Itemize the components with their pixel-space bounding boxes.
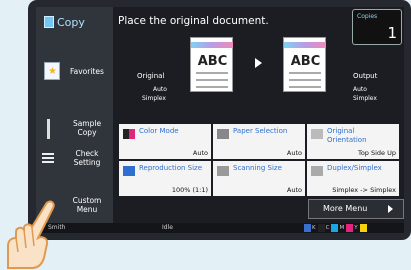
- output-doc-text: ABC: [290, 54, 321, 69]
- output-document-preview: ABC: [283, 37, 326, 92]
- setting-value: Auto: [286, 186, 302, 194]
- toner-bar: [359, 224, 367, 232]
- color-mode-icon: [123, 129, 135, 139]
- more-menu-button[interactable]: More Menu: [308, 199, 404, 219]
- instruction-message: Place the original document.: [118, 15, 269, 27]
- list-icon: [42, 153, 54, 163]
- color-band: [284, 42, 326, 48]
- toner-label: C: [325, 225, 330, 231]
- duplex-icon: [311, 166, 323, 176]
- toner-bar: [331, 224, 339, 232]
- pointing-hand-icon: [7, 200, 55, 269]
- paper-selection-button[interactable]: Paper Selection Auto: [212, 123, 306, 160]
- scanning-size-icon: [217, 166, 229, 176]
- setting-value: Simplex -> Simplex: [332, 186, 396, 194]
- toner-bar: [317, 224, 325, 232]
- color-band: [191, 42, 233, 48]
- setting-title: Duplex/Simplex: [327, 164, 382, 172]
- output-line1: Auto: [353, 86, 367, 93]
- text-lines: [289, 72, 321, 88]
- status-bar: Smith Idle K C M Y: [36, 223, 404, 233]
- copies-value: 1: [387, 24, 397, 42]
- toner-levels: K C M Y: [302, 224, 367, 232]
- touch-screen: Copy Favorites Sample Copy Check Setting…: [36, 7, 404, 233]
- app-title-label: Copy: [57, 15, 85, 29]
- text-lines: [196, 72, 228, 88]
- printer-icon: [304, 224, 311, 232]
- original-title: Original: [137, 72, 165, 80]
- check-setting-label: Check Setting: [73, 149, 101, 167]
- reproduction-size-icon: [123, 166, 135, 176]
- settings-grid: Color Mode Auto Paper Selection Auto Ori…: [118, 123, 401, 197]
- setting-value: Auto: [192, 149, 208, 157]
- original-doc-text: ABC: [197, 54, 228, 69]
- toner-label: M: [339, 225, 345, 231]
- copies-counter[interactable]: Copies 1: [352, 9, 402, 45]
- original-line2: Simplex: [142, 95, 166, 102]
- original-orientation-button[interactable]: Original Orientation Top Side Up: [306, 123, 400, 160]
- setting-value: Auto: [286, 149, 302, 157]
- app-title[interactable]: Copy: [44, 12, 113, 32]
- paper-selection-icon: [217, 129, 229, 139]
- chevron-right-icon: [388, 205, 393, 213]
- sample-copy-icon: [47, 119, 50, 139]
- setting-value: 100% (1:1): [171, 186, 208, 194]
- output-title: Output: [353, 72, 378, 80]
- favorites-label: Favorites: [70, 66, 104, 76]
- copy-icon: [44, 16, 54, 28]
- original-document-preview: ABC: [190, 37, 233, 92]
- sample-copy-label: Sample Copy: [72, 119, 102, 137]
- setting-title: Original Orientation: [327, 127, 367, 144]
- reproduction-size-button[interactable]: Reproduction Size 100% (1:1): [118, 160, 212, 197]
- setting-title: Scanning Size: [233, 164, 282, 172]
- scanning-size-button[interactable]: Scanning Size Auto: [212, 160, 306, 197]
- color-mode-button[interactable]: Color Mode Auto: [118, 123, 212, 160]
- arrow-right-icon: [255, 58, 262, 68]
- sample-copy-button[interactable]: Sample Copy: [36, 115, 113, 143]
- toner-bar: [346, 224, 354, 232]
- check-setting-button[interactable]: Check Setting: [36, 145, 113, 173]
- setting-title: Reproduction Size: [139, 164, 203, 172]
- duplex-simplex-button[interactable]: Duplex/Simplex Simplex -> Simplex: [306, 160, 400, 197]
- favorites-button[interactable]: Favorites: [36, 55, 113, 87]
- more-menu-label: More Menu: [323, 204, 368, 213]
- favorites-icon: [44, 62, 60, 80]
- copies-label: Copies: [357, 13, 378, 20]
- toner-label: Y: [354, 225, 358, 231]
- toner-label: K: [312, 225, 316, 231]
- setting-title: Paper Selection: [233, 127, 288, 135]
- original-line1: Auto: [153, 86, 167, 93]
- setting-value: Top Side Up: [357, 149, 396, 157]
- setting-title: Color Mode: [139, 127, 179, 135]
- output-line2: Simplex: [353, 95, 377, 102]
- machine-status: Idle: [162, 224, 173, 231]
- orientation-icon: [311, 129, 323, 139]
